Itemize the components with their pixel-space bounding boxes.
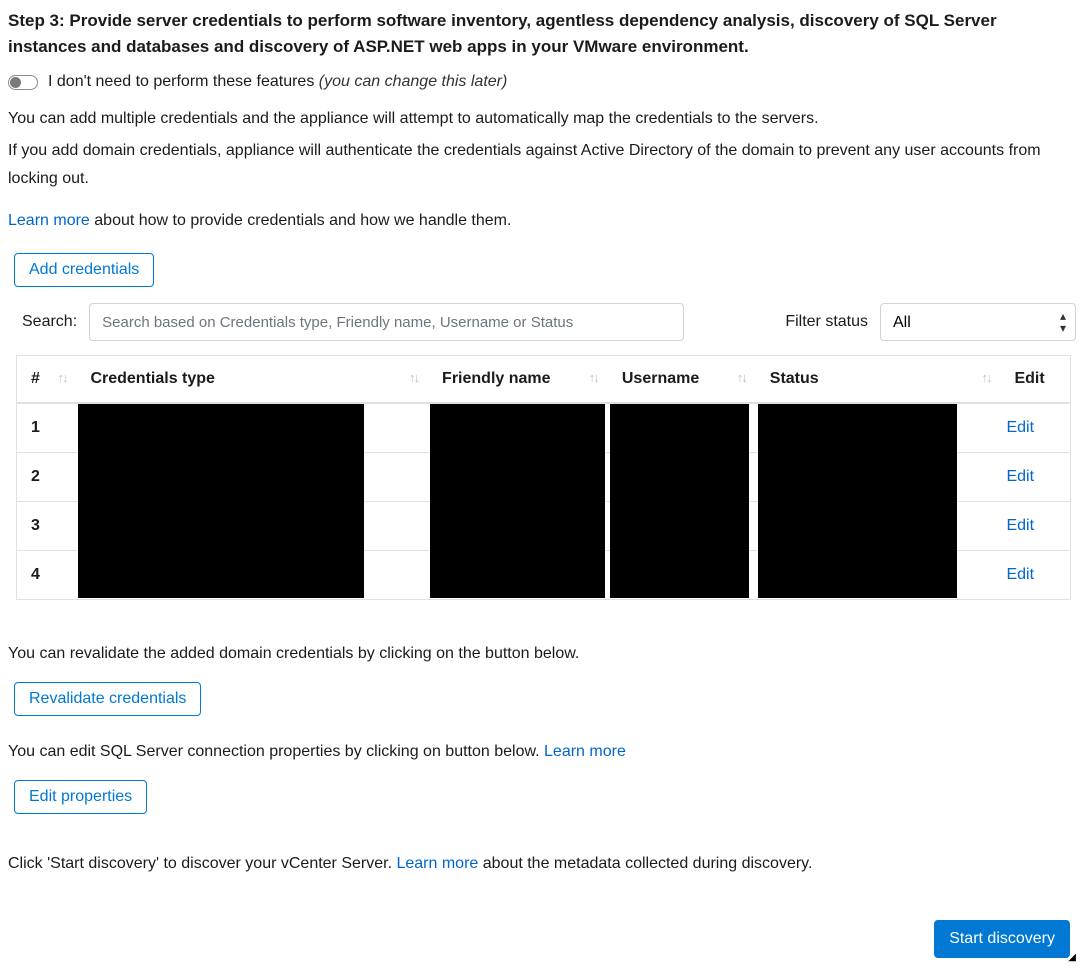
cell-friendly-name: [430, 550, 610, 599]
learn-more-line: Learn more about how to provide credenti…: [8, 207, 1076, 235]
redacted-block: [78, 551, 364, 598]
learn-more-sql-link[interactable]: Learn more: [544, 743, 626, 760]
sort-icon: ↑↓: [57, 370, 66, 385]
cell-status: [758, 452, 1003, 501]
redacted-block: [610, 404, 749, 453]
search-input[interactable]: [89, 303, 684, 341]
cell-credentials-type: [78, 452, 430, 501]
revalidate-credentials-button[interactable]: Revalidate credentials: [14, 682, 201, 716]
redacted-block: [758, 502, 957, 551]
table-row: 3 Edit: [17, 501, 1071, 550]
revalidate-text: You can revalidate the added domain cred…: [8, 640, 1076, 668]
discovery-text: Click 'Start discovery' to discover your…: [8, 850, 1076, 878]
redacted-block: [758, 453, 957, 502]
cell-status: [758, 501, 1003, 550]
resize-handle-icon: ◢: [1068, 952, 1076, 963]
redacted-block: [610, 453, 749, 502]
filter-status-label: Filter status: [785, 313, 868, 331]
redacted-block: [758, 404, 957, 453]
cell-friendly-name: [430, 403, 610, 452]
redacted-block: [610, 551, 749, 598]
sql-properties-text: You can edit SQL Server connection prope…: [8, 738, 1076, 766]
filter-status-select[interactable]: All: [880, 303, 1076, 341]
cell-username: [610, 452, 758, 501]
toggle-knob: [10, 77, 21, 88]
cell-username: [610, 501, 758, 550]
edit-row-link[interactable]: Edit: [1002, 566, 1034, 583]
sort-icon: ↑↓: [589, 370, 598, 385]
footer-row: Start discovery ◢: [8, 920, 1076, 958]
sort-icon: ↑↓: [737, 370, 746, 385]
cell-status: [758, 403, 1003, 452]
edit-row-link[interactable]: Edit: [1002, 517, 1034, 534]
learn-more-discovery-link[interactable]: Learn more: [396, 855, 478, 872]
row-number: 1: [17, 403, 79, 452]
intro-line-1: You can add multiple credentials and the…: [8, 105, 1076, 133]
redacted-block: [78, 453, 364, 502]
sql-text-prefix: You can edit SQL Server connection prope…: [8, 743, 544, 760]
discovery-text-suffix: about the metadata collected during disc…: [478, 855, 812, 872]
credentials-table: #↑↓ Credentials type↑↓ Friendly name↑↓ U…: [16, 355, 1071, 600]
cell-edit: Edit: [1002, 550, 1070, 599]
col-header-username[interactable]: Username↑↓: [610, 356, 758, 404]
redacted-block: [78, 404, 364, 453]
intro-line-2: If you add domain credentials, appliance…: [8, 137, 1076, 193]
learn-more-suffix: about how to provide credentials and how…: [90, 212, 512, 229]
cell-edit: Edit: [1002, 452, 1070, 501]
redacted-block: [430, 502, 605, 551]
discovery-text-prefix: Click 'Start discovery' to discover your…: [8, 855, 396, 872]
cell-username: [610, 403, 758, 452]
step-heading: Step 3: Provide server credentials to pe…: [8, 8, 1076, 59]
cell-credentials-type: [78, 550, 430, 599]
sort-icon: ↑↓: [981, 370, 990, 385]
edit-row-link[interactable]: Edit: [1002, 419, 1034, 436]
col-header-status[interactable]: Status↑↓: [758, 356, 1003, 404]
row-number: 2: [17, 452, 79, 501]
add-credentials-button[interactable]: Add credentials: [14, 253, 154, 287]
toggle-label: I don't need to perform these features (…: [48, 73, 507, 91]
cell-friendly-name: [430, 501, 610, 550]
learn-more-credentials-link[interactable]: Learn more: [8, 212, 90, 229]
cell-credentials-type: [78, 403, 430, 452]
edit-row-link[interactable]: Edit: [1002, 468, 1034, 485]
skip-features-toggle[interactable]: [8, 75, 38, 90]
filter-status-select-wrap: All ▴▾: [880, 303, 1076, 341]
cell-edit: Edit: [1002, 403, 1070, 452]
cell-friendly-name: [430, 452, 610, 501]
search-filter-row: Search: Filter status All ▴▾: [22, 303, 1076, 341]
row-number: 4: [17, 550, 79, 599]
redacted-block: [430, 551, 605, 598]
redacted-block: [430, 404, 605, 453]
redacted-block: [610, 502, 749, 551]
col-header-edit: Edit: [1002, 356, 1070, 404]
cell-status: [758, 550, 1003, 599]
col-header-friendly-name[interactable]: Friendly name↑↓: [430, 356, 610, 404]
toggle-hint: (you can change this later): [319, 73, 508, 90]
toggle-row: I don't need to perform these features (…: [8, 73, 1076, 91]
row-number: 3: [17, 501, 79, 550]
table-row: 2 Edit: [17, 452, 1071, 501]
toggle-label-text: I don't need to perform these features: [48, 73, 319, 90]
sort-icon: ↑↓: [409, 370, 418, 385]
cell-credentials-type: [78, 501, 430, 550]
redacted-block: [430, 453, 605, 502]
edit-properties-button[interactable]: Edit properties: [14, 780, 147, 814]
table-row: 4 Edit: [17, 550, 1071, 599]
col-header-credentials-type[interactable]: Credentials type↑↓: [78, 356, 430, 404]
search-label: Search:: [22, 313, 77, 331]
table-row: 1 Edit: [17, 403, 1071, 452]
redacted-block: [758, 551, 957, 598]
col-header-number[interactable]: #↑↓: [17, 356, 79, 404]
cell-edit: Edit: [1002, 501, 1070, 550]
cell-username: [610, 550, 758, 599]
redacted-block: [78, 502, 364, 551]
start-discovery-button[interactable]: Start discovery: [934, 920, 1070, 958]
